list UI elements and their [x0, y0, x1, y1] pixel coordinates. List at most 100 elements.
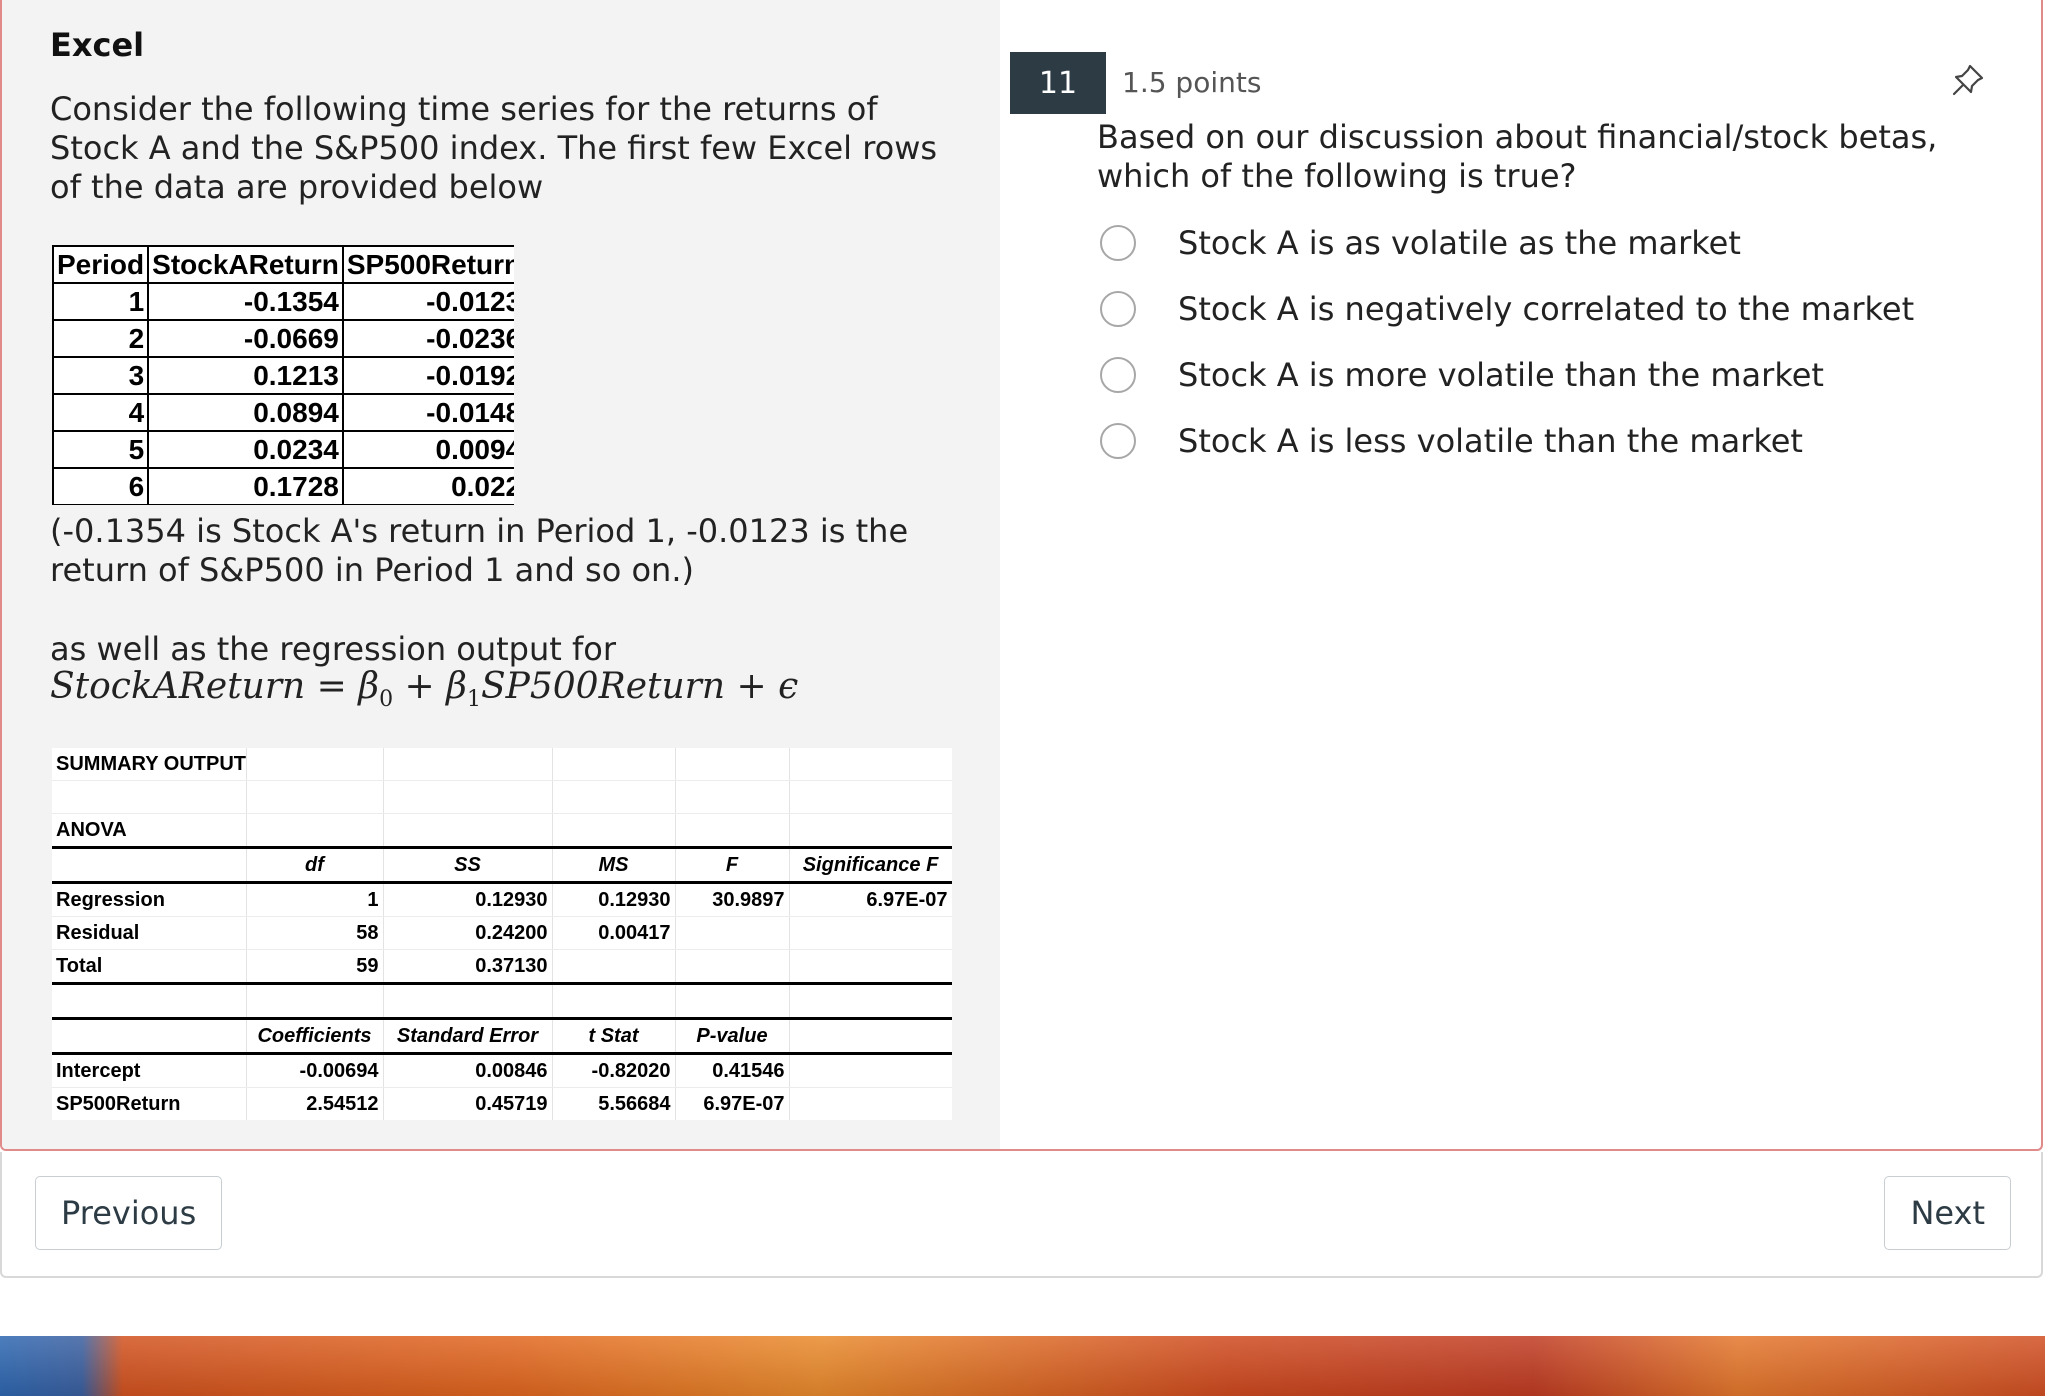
regression-formula: StockAReturn = β0 + β1SP500Return + ϵ	[50, 666, 798, 712]
coef-row-label: SP500Return	[52, 1087, 247, 1120]
anova-header: MS	[552, 846, 676, 883]
formula-rhs: SP500Return	[480, 666, 726, 707]
desktop-wallpaper-strip	[0, 1336, 2045, 1396]
table-row: 1 -0.1354 -0.0123	[52, 282, 514, 321]
stimulus-panel: Excel Consider the following time series…	[2, 0, 1000, 1149]
stock-a-cell: 0.1213	[147, 356, 344, 395]
col-header-stock-a: StockAReturn	[147, 245, 344, 284]
anova-cell: 0.12930	[383, 881, 553, 917]
coef-cell: -0.82020	[552, 1052, 676, 1088]
answer-label[interactable]: Stock A is less volatile than the market	[1178, 422, 1803, 460]
anova-row: Residual 58 0.24200 0.00417	[52, 916, 952, 950]
table-row: 6 0.1728 0.022	[52, 467, 514, 505]
coef-cell: 0.00846	[383, 1052, 553, 1088]
stock-a-cell: 0.0234	[147, 430, 344, 469]
answer-list: Stock A is as volatile as the market Sto…	[1100, 210, 1914, 474]
stimulus-intro: Consider the following time series for t…	[50, 90, 938, 206]
previous-button[interactable]: Previous	[35, 1176, 223, 1250]
table-row: 2 -0.0669 -0.0236	[52, 319, 514, 358]
coef-row-label: Intercept	[52, 1052, 247, 1088]
summary-output-table: SUMMARY OUTPUT ANOVA df SS MS F Signific…	[52, 748, 952, 1120]
anova-row: Total 59 0.37130	[52, 949, 952, 985]
period-cell: 4	[52, 393, 150, 432]
coef-row: Intercept -0.00694 0.00846 -0.82020 0.41…	[52, 1052, 952, 1088]
anova-row: Regression 1 0.12930 0.12930 30.9897 6.9…	[52, 881, 952, 917]
next-button[interactable]: Next	[1884, 1176, 2011, 1250]
coef-cell: 6.97E-07	[675, 1087, 790, 1120]
anova-header: Significance F	[789, 846, 952, 883]
anova-row-label: Regression	[52, 881, 247, 917]
quiz-card: Excel Consider the following time series…	[0, 0, 2043, 1151]
answer-option[interactable]: Stock A is more volatile than the market	[1100, 342, 1914, 408]
anova-cell	[789, 949, 952, 985]
anova-cell: 6.97E-07	[789, 881, 952, 917]
anova-cell	[675, 916, 790, 950]
anova-label: ANOVA	[52, 813, 247, 848]
period-cell: 5	[52, 430, 150, 469]
sp500-cell: -0.0236	[341, 319, 514, 358]
answer-option[interactable]: Stock A is less volatile than the market	[1100, 408, 1914, 474]
answer-option[interactable]: Stock A is as volatile as the market	[1100, 210, 1914, 276]
answer-label[interactable]: Stock A is negatively correlated to the …	[1178, 290, 1914, 328]
anova-cell: 1	[246, 881, 384, 917]
anova-cell: 59	[246, 949, 384, 985]
coef-cell: 2.54512	[246, 1087, 384, 1120]
stock-a-cell: 0.0894	[147, 393, 344, 432]
radio-button[interactable]	[1100, 357, 1136, 393]
question-text: Based on our discussion about financial/…	[1097, 118, 1938, 195]
sp500-cell: 0.022	[341, 467, 514, 505]
table-row: 3 0.1213 -0.0192	[52, 356, 514, 395]
stimulus-title: Excel	[50, 26, 145, 64]
coef-cell: -0.00694	[246, 1052, 384, 1088]
coef-header-row: Coefficients Standard Error t Stat P-val…	[52, 1017, 952, 1054]
coef-header: P-value	[675, 1017, 790, 1054]
answer-option[interactable]: Stock A is negatively correlated to the …	[1100, 276, 1914, 342]
question-points: 1.5 points	[1122, 66, 1262, 99]
period-cell: 3	[52, 356, 150, 395]
anova-cell: 0.00417	[552, 916, 676, 950]
col-header-period: Period	[52, 245, 150, 284]
period-cell: 2	[52, 319, 150, 358]
pin-icon-graphic	[1952, 64, 1984, 96]
anova-label-row: ANOVA	[52, 813, 952, 848]
returns-table: Period StockAReturn SP500Return 1 -0.135…	[52, 245, 514, 505]
formula-beta0: β	[358, 666, 380, 707]
coef-header: Standard Error	[383, 1017, 553, 1054]
radio-button[interactable]	[1100, 225, 1136, 261]
sp500-cell: 0.0094	[341, 430, 514, 469]
formula-lhs: StockAReturn	[50, 666, 306, 707]
formula-beta1: β	[446, 666, 467, 707]
anova-header: SS	[383, 846, 553, 883]
anova-header: df	[246, 846, 384, 883]
formula-beta1-sub: 1	[466, 687, 481, 713]
blank-row	[52, 983, 952, 1019]
anova-header: F	[675, 846, 790, 883]
formula-equals: =	[305, 666, 359, 707]
anova-cell: 58	[246, 916, 384, 950]
table-row: 5 0.0234 0.0094	[52, 430, 514, 469]
stock-a-cell: -0.0669	[147, 319, 344, 358]
anova-header-row: df SS MS F Significance F	[52, 846, 952, 883]
answer-label[interactable]: Stock A is as volatile as the market	[1178, 224, 1741, 262]
anova-cell	[675, 949, 790, 985]
radio-button[interactable]	[1100, 423, 1136, 459]
answer-label[interactable]: Stock A is more volatile than the market	[1178, 356, 1824, 394]
anova-cell: 30.9897	[675, 881, 790, 917]
stock-a-cell: -0.1354	[147, 282, 344, 321]
question-number-badge: 11	[1010, 52, 1106, 114]
anova-cell	[789, 916, 952, 950]
sp500-cell: -0.0123	[341, 282, 514, 321]
pin-icon[interactable]	[1950, 62, 1986, 98]
formula-epsilon: ϵ	[778, 666, 799, 707]
anova-row-label: Residual	[52, 916, 247, 950]
blank-row	[52, 780, 952, 814]
regression-intro: as well as the regression output for	[50, 630, 616, 668]
sp500-cell: -0.0192	[341, 356, 514, 395]
returns-header-row: Period StockAReturn SP500Return	[52, 245, 514, 284]
col-header-sp500: SP500Return	[341, 245, 514, 284]
coef-header: Coefficients	[246, 1017, 384, 1054]
anova-cell: 0.37130	[383, 949, 553, 985]
period-cell: 6	[52, 467, 150, 505]
radio-button[interactable]	[1100, 291, 1136, 327]
summary-title-row: SUMMARY OUTPUT	[52, 748, 952, 781]
